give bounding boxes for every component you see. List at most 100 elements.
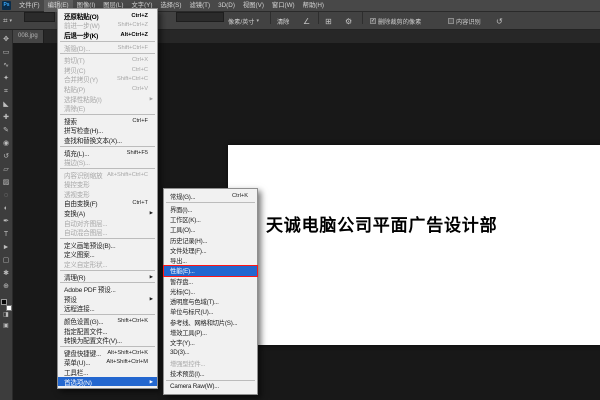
menubar-item[interactable]: 滤镜(T): [185, 0, 214, 12]
foreground-color-swatch[interactable]: [1, 299, 7, 305]
dodge-tool[interactable]: ◐: [0, 204, 13, 217]
crop-tool[interactable]: ⌗: [0, 87, 13, 100]
content-aware-checkbox[interactable]: [448, 18, 454, 24]
menubar-item[interactable]: 文件(F): [15, 0, 44, 12]
background-color-swatch[interactable]: [6, 305, 12, 311]
menu-item[interactable]: 前进一步(W) Shift+Ctrl+Z: [58, 21, 157, 31]
tool-preset-picker[interactable]: ⌗▾: [3, 12, 12, 30]
resolution-unit-dropdown[interactable]: 像素/英寸▾: [228, 12, 259, 30]
menu-item[interactable]: 参考线、网格和切片(S)...: [164, 317, 257, 327]
menu-item[interactable]: Camera Raw(W)...: [164, 382, 257, 392]
history-brush-tool[interactable]: ↺: [0, 152, 13, 165]
brush-tool[interactable]: ✎: [0, 126, 13, 139]
preferences-menu-item[interactable]: 首选项(N) ▶: [58, 377, 157, 387]
menu-item[interactable]: 还原粘贴(O) Ctrl+Z: [58, 11, 157, 21]
menu-item[interactable]: 暂存盘...: [164, 276, 257, 286]
menu-item[interactable]: 工作区(K)...: [164, 215, 257, 225]
screen-mode-icon[interactable]: ▣: [0, 322, 13, 333]
content-aware-option[interactable]: 内容识别: [448, 12, 481, 30]
menu-item[interactable]: 指定配置文件...: [58, 326, 157, 336]
menu-item[interactable]: 内容识别缩放 Alt+Shift+Ctrl+C: [58, 170, 157, 180]
menubar-item[interactable]: 3D(D): [214, 0, 239, 12]
menu-item[interactable]: 自动混合图层...: [58, 227, 157, 237]
menu-item[interactable]: 变换(A) ▶: [58, 208, 157, 218]
menu-item[interactable]: 搜索 Ctrl+F: [58, 116, 157, 126]
menu-item[interactable]: 常规(G)... Ctrl+K: [164, 191, 257, 201]
menu-item[interactable]: 剪切(T) Ctrl+X: [58, 55, 157, 65]
menu-item[interactable]: 单位与标尺(U)...: [164, 307, 257, 317]
menubar-item[interactable]: 窗口(W): [268, 0, 299, 12]
menu-item[interactable]: 增强型控件...: [164, 358, 257, 368]
menu-item[interactable]: 定义自定形状...: [58, 259, 157, 269]
eyedropper-tool[interactable]: ◣: [0, 100, 13, 113]
reset-icon[interactable]: ↺: [496, 12, 503, 30]
type-tool[interactable]: T: [0, 230, 13, 243]
menu-item[interactable]: 合并拷贝(Y) Shift+Ctrl+C: [58, 75, 157, 85]
move-tool[interactable]: ✥: [0, 35, 13, 48]
menu-item[interactable]: 转换为配置文件(V)...: [58, 335, 157, 345]
menu-item[interactable]: 文字(Y)...: [164, 338, 257, 348]
menu-item[interactable]: 工具(O)...: [164, 225, 257, 235]
menu-item[interactable]: 拼写检查(H)...: [58, 126, 157, 136]
blur-tool[interactable]: ◌: [0, 191, 13, 204]
menu-item[interactable]: 定义图案...: [58, 250, 157, 260]
menu-item[interactable]: 清理(R) ▶: [58, 272, 157, 282]
crop-resolution-field[interactable]: [176, 12, 224, 22]
menu-item[interactable]: 光标(C)...: [164, 286, 257, 296]
menu-item[interactable]: 界面(I)...: [164, 204, 257, 214]
path-selection-tool[interactable]: ►: [0, 243, 13, 256]
menu-item[interactable]: 远程连接...: [58, 304, 157, 314]
quick-selection-tool[interactable]: ✦: [0, 74, 13, 87]
lasso-tool[interactable]: ∿: [0, 61, 13, 74]
menu-item[interactable]: 颜色设置(G)... Shift+Ctrl+K: [58, 316, 157, 326]
menu-item[interactable]: 填充(L)... Shift+F5: [58, 148, 157, 158]
eraser-tool[interactable]: ▱: [0, 165, 13, 178]
menu-item[interactable]: 选择性粘贴(I) ▶: [58, 94, 157, 104]
menu-item[interactable]: 粘贴(P) Ctrl+V: [58, 84, 157, 94]
menubar-item[interactable]: 选择(S): [156, 0, 185, 12]
menu-item[interactable]: 文件处理(F)...: [164, 245, 257, 255]
document-tab[interactable]: 008.jpg: [13, 30, 44, 43]
menu-item[interactable]: 清除(E): [58, 103, 157, 113]
menu-item[interactable]: 3D(3)...: [164, 348, 257, 358]
overlay-options-icon[interactable]: ⊞: [325, 12, 332, 30]
menu-item[interactable]: 增效工具(P)...: [164, 327, 257, 337]
performance-menu-item[interactable]: 性能(E)...: [164, 266, 257, 276]
menu-item[interactable]: 技术预览(I)...: [164, 368, 257, 378]
menu-item[interactable]: 拷贝(C) Ctrl+C: [58, 65, 157, 75]
menu-item[interactable]: 操控变形: [58, 180, 157, 190]
gradient-tool[interactable]: ▨: [0, 178, 13, 191]
marquee-tool[interactable]: ▭: [0, 48, 13, 61]
document-canvas[interactable]: 天诚电脑公司平面广告设计部: [228, 145, 600, 345]
shape-tool[interactable]: ▢: [0, 256, 13, 269]
menu-item[interactable]: 预设 ▶: [58, 294, 157, 304]
menu-item[interactable]: 透明度与色域(T)...: [164, 297, 257, 307]
menu-item[interactable]: 自由变换(F) Ctrl+T: [58, 199, 157, 209]
menu-item[interactable]: 定义画笔预设(B)...: [58, 240, 157, 250]
menu-item[interactable]: 查找和替换文本(X)...: [58, 135, 157, 145]
color-swatches[interactable]: [1, 299, 12, 311]
menu-item[interactable]: 导出...: [164, 256, 257, 266]
healing-brush-tool[interactable]: ✚: [0, 113, 13, 126]
menu-item[interactable]: 工具栏...: [58, 367, 157, 377]
straighten-icon[interactable]: ∠: [303, 12, 310, 30]
menu-item[interactable]: 描边(S)...: [58, 157, 157, 167]
pen-tool[interactable]: ✒: [0, 217, 13, 230]
hand-tool[interactable]: ✱: [0, 269, 13, 282]
crop-settings-gear-icon[interactable]: ⚙: [345, 12, 352, 30]
delete-cropped-pixels-checkbox[interactable]: [370, 18, 376, 24]
clear-button[interactable]: 清除: [274, 12, 292, 30]
menu-item[interactable]: 渐隐(D)... Shift+Ctrl+F: [58, 43, 157, 53]
menu-item[interactable]: 键盘快捷键... Alt+Shift+Ctrl+K: [58, 348, 157, 358]
menu-item[interactable]: 后退一步(K) Alt+Ctrl+Z: [58, 30, 157, 40]
quick-mask-icon[interactable]: ◨: [0, 311, 13, 322]
menu-item[interactable]: 菜单(U)... Alt+Shift+Ctrl+M: [58, 358, 157, 368]
clone-stamp-tool[interactable]: ◉: [0, 139, 13, 152]
menubar-item[interactable]: 帮助(H): [299, 0, 328, 12]
delete-cropped-pixels-option[interactable]: 删除裁剪的像素: [370, 12, 421, 30]
menu-item[interactable]: 自动对齐图层...: [58, 218, 157, 228]
crop-width-field[interactable]: [24, 12, 55, 22]
zoom-tool[interactable]: ⊕: [0, 282, 13, 295]
menu-item[interactable]: 透视变形: [58, 189, 157, 199]
menubar-item[interactable]: 视图(V): [239, 0, 268, 12]
